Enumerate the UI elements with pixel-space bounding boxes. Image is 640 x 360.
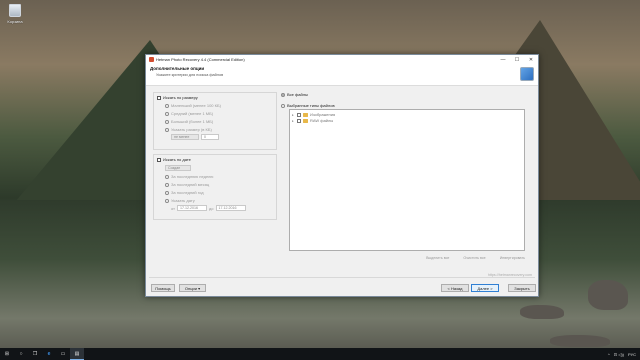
- date-from-input[interactable]: 17.12.2016: [176, 205, 207, 211]
- rock: [550, 335, 610, 347]
- size-value-input[interactable]: 0: [201, 134, 219, 140]
- date-month-radio[interactable]: [165, 182, 169, 187]
- photo-recovery-taskbar-icon[interactable]: ▤: [70, 348, 84, 360]
- tree-item-images[interactable]: ▸ Изображения: [292, 112, 522, 117]
- size-large-radio[interactable]: [165, 119, 169, 124]
- size-medium-radio[interactable]: [165, 111, 169, 116]
- file-type-tree[interactable]: ▸ Изображения ▸ RAW файлы: [289, 109, 525, 251]
- file-type-panel: Все файлы Выбранные типы файлов ▸ Изобра…: [281, 92, 531, 278]
- wizard-title: Дополнительные опции: [150, 66, 205, 71]
- folder-icon: [303, 112, 308, 117]
- size-custom-label: Указать размер (в КБ): [171, 127, 212, 132]
- date-to-input[interactable]: 17.12.2016: [215, 205, 246, 211]
- size-mode-select[interactable]: не менее: [171, 134, 199, 140]
- close-button[interactable]: Закрыть: [508, 284, 536, 292]
- date-from-label: от: [171, 205, 175, 211]
- edge-browser-icon[interactable]: e: [42, 348, 56, 360]
- options-body: Искать по размеру Маленький (менее 100 К…: [149, 89, 535, 278]
- search-by-date-checkbox[interactable]: [157, 157, 161, 162]
- language-indicator[interactable]: РУС: [628, 352, 636, 357]
- date-type-select[interactable]: Создан: [165, 165, 191, 171]
- date-week-radio[interactable]: [165, 174, 169, 179]
- tree-checkbox[interactable]: [297, 112, 301, 117]
- clear-all-link[interactable]: Очистить все: [463, 256, 485, 260]
- invert-link[interactable]: Инвертировать: [500, 256, 525, 260]
- maximize-button[interactable]: ☐: [510, 55, 524, 64]
- tree-checkbox[interactable]: [297, 118, 301, 123]
- search-button[interactable]: ○: [14, 348, 28, 360]
- app-window: Hetman Photo Recovery 4.4 (Commercial Ed…: [145, 54, 539, 297]
- title-bar[interactable]: Hetman Photo Recovery 4.4 (Commercial Ed…: [146, 55, 538, 64]
- date-custom-radio[interactable]: [165, 198, 169, 203]
- options-button[interactable]: Опции ▾: [179, 284, 206, 292]
- recycle-bin-shortcut[interactable]: Корзина: [4, 4, 26, 24]
- explorer-icon[interactable]: ▭: [56, 348, 70, 360]
- app-logo-icon: [520, 67, 534, 81]
- back-button[interactable]: < Назад: [441, 284, 469, 292]
- rock: [588, 280, 628, 310]
- search-by-date-label: Искать по дате: [163, 157, 191, 162]
- window-title: Hetman Photo Recovery 4.4 (Commercial Ed…: [156, 57, 245, 62]
- recycle-bin-label: Корзина: [7, 19, 23, 24]
- size-small-label: Маленький (менее 100 КБ): [171, 103, 221, 108]
- app-icon: [149, 57, 154, 62]
- size-small-radio[interactable]: [165, 103, 169, 108]
- all-files-radio[interactable]: [281, 92, 285, 97]
- expand-icon[interactable]: ▸: [292, 119, 295, 123]
- task-view-button[interactable]: ❐: [28, 348, 42, 360]
- date-month-label: За последний месяц: [171, 182, 210, 187]
- tree-item-raw[interactable]: ▸ RAW файлы: [292, 118, 522, 123]
- search-by-size-label: Искать по размеру: [163, 95, 198, 100]
- size-filter-group: Искать по размеру Маленький (менее 100 К…: [153, 92, 277, 150]
- system-tray: ^ ⊡ ◁)) РУС: [608, 348, 636, 360]
- tree-item-label: RAW файлы: [310, 118, 334, 123]
- filter-criteria-panel: Искать по размеру Маленький (менее 100 К…: [153, 92, 277, 224]
- taskbar: ⊞ ○ ❐ e ▭ ▤ ^ ⊡ ◁)) РУС: [0, 348, 640, 360]
- tray-status-icons[interactable]: ⊡ ◁)): [614, 352, 624, 357]
- wizard-header: Дополнительные опции Укажите критерии дл…: [146, 64, 538, 86]
- size-large-label: Больший (более 1 МБ): [171, 119, 214, 124]
- all-files-label: Все файлы: [287, 92, 308, 97]
- date-year-label: За последний год: [171, 190, 204, 195]
- tray-chevron-icon[interactable]: ^: [608, 352, 610, 357]
- expand-icon[interactable]: ▸: [292, 113, 295, 117]
- close-window-button[interactable]: ✕: [524, 55, 538, 64]
- date-filter-group: Искать по дате Создан За последнюю недел…: [153, 154, 277, 220]
- start-button[interactable]: ⊞: [0, 348, 14, 360]
- tree-item-label: Изображения: [310, 112, 336, 117]
- folder-icon: [303, 118, 308, 123]
- next-button[interactable]: Далее >: [471, 284, 499, 292]
- select-all-link[interactable]: Выделить все: [426, 256, 449, 260]
- help-button[interactable]: Помощь: [151, 284, 175, 292]
- recycle-bin-icon: [9, 4, 21, 17]
- size-medium-label: Средний (менее 1 МБ): [171, 111, 214, 116]
- date-custom-label: Указать дату: [171, 198, 195, 203]
- footer-divider: [149, 277, 535, 278]
- wizard-footer: Помощь Опции ▾ < Назад Далее > Закрыть: [146, 280, 538, 296]
- search-by-size-checkbox[interactable]: [157, 95, 161, 100]
- minimize-button[interactable]: —: [496, 55, 510, 64]
- selected-types-label: Выбранные типы файлов: [287, 103, 335, 108]
- wizard-subtitle: Укажите критерии для поиска файлов: [156, 73, 224, 77]
- date-year-radio[interactable]: [165, 190, 169, 195]
- date-week-label: За последнюю неделю: [171, 174, 214, 179]
- selected-types-radio[interactable]: [281, 103, 285, 108]
- date-to-label: до: [208, 205, 214, 211]
- size-custom-radio[interactable]: [165, 127, 169, 132]
- rock: [520, 305, 564, 319]
- tree-actions: Выделить все Очистить все Инвертировать: [426, 256, 525, 260]
